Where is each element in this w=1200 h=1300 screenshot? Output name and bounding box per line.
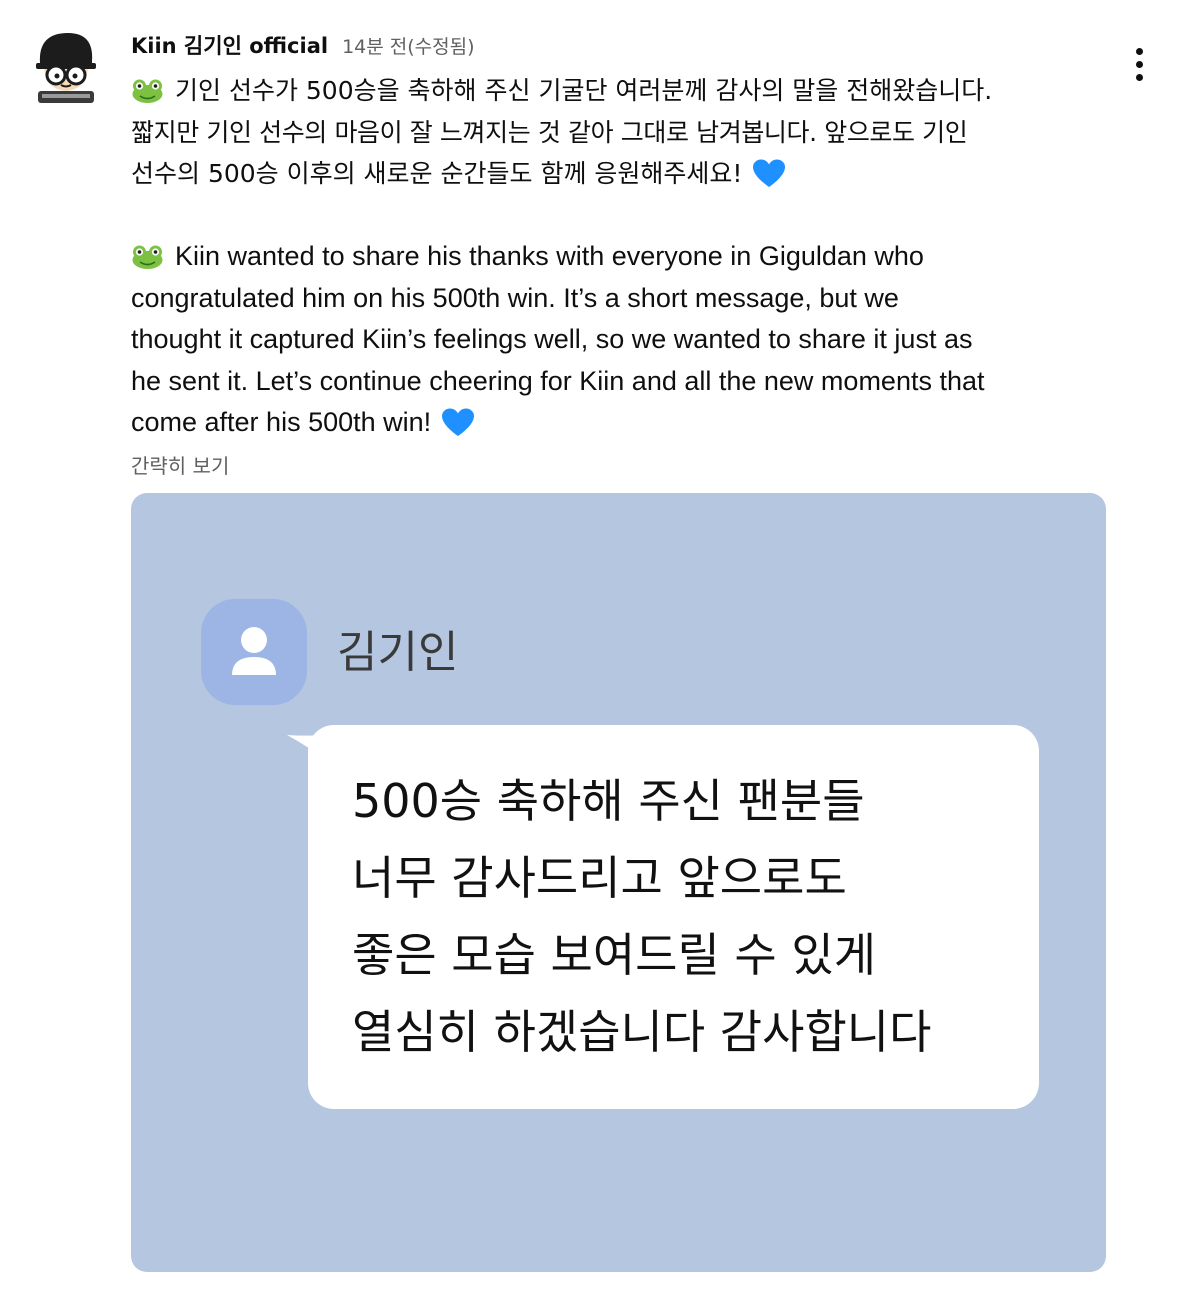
korean-line-1: 기인 선수가 500승을 축하해 주신 기굴단 여러분께 감사의 말을 전해왔습… [131,70,1151,112]
english-line-5-text: come after his 500th win! [131,407,432,437]
english-line-3: thought it captured Kiin’s feelings well… [131,319,1151,361]
korean-line-1-text: 기인 선수가 500승을 축하해 주신 기굴단 여러분께 감사의 말을 전해왔습… [175,76,993,105]
show-less-link[interactable]: 간략히 보기 [131,450,229,479]
message-line-4: 열심히 하겠습니다 감사합니다 [352,1005,932,1059]
blue-heart-emoji-icon [442,408,475,436]
comment-header: Kiin 김기인 official 14분 전(수정됨) [131,31,475,59]
english-line-4: he sent it. Let’s continue cheering for … [131,361,1151,403]
frog-emoji-icon [132,79,163,104]
comment-body: 기인 선수가 500승을 축하해 주신 기굴단 여러분께 감사의 말을 전해왔습… [131,70,1151,444]
english-line-3-text: thought it captured Kiin’s feelings well… [131,324,973,354]
english-line-5: come after his 500th win! [131,402,1151,444]
author-name[interactable]: Kiin 김기인 official [131,30,328,60]
message-line-3: 좋은 모습 보여드릴 수 있게 [352,928,877,982]
contact-name: 김기인 [337,627,459,678]
message-text: 500승 축하해 주신 팬분들 너무 감사드리고 앞으로도 좋은 모습 보여드릴… [352,763,931,1071]
frog-emoji-icon [132,245,163,270]
message-bubble: 500승 축하해 주신 팬분들 너무 감사드리고 앞으로도 좋은 모습 보여드릴… [308,725,1039,1109]
timestamp[interactable]: 14분 전(수정됨) [342,32,474,59]
korean-line-2-text: 짧지만 기인 선수의 마음이 잘 느껴지는 것 같아 그대로 남겨봅니다. 앞으… [131,117,968,147]
english-line-1: Kiin wanted to share his thanks with eve… [131,236,1151,278]
contact-avatar [201,599,307,705]
english-line-2-text: congratulated him on his 500th win. It’s… [131,282,899,313]
attached-message-image[interactable]: 김기인 500승 축하해 주신 팬분들 너무 감사드리고 앞으로도 좋은 모습 … [131,493,1106,1272]
message-line-1: 500승 축하해 주신 팬분들 [352,774,865,828]
english-line-1-text: Kiin wanted to share his thanks with eve… [175,241,924,271]
korean-line-3-text: 선수의 500승 이후의 새로운 순간들도 함께 응원해주세요! [131,159,743,188]
korean-line-2: 짧지만 기인 선수의 마음이 잘 느껴지는 것 같아 그대로 남겨봅니다. 앞으… [131,112,1151,154]
person-icon [232,627,276,675]
channel-avatar[interactable] [30,25,102,105]
english-line-4-text: he sent it. Let’s continue cheering for … [131,365,985,396]
korean-line-3: 선수의 500승 이후의 새로운 순간들도 함께 응원해주세요! [131,153,1151,195]
message-line-2: 너무 감사드리고 앞으로도 [352,851,847,905]
english-line-2: congratulated him on his 500th win. It’s… [131,278,1151,320]
blue-heart-emoji-icon [753,159,786,187]
